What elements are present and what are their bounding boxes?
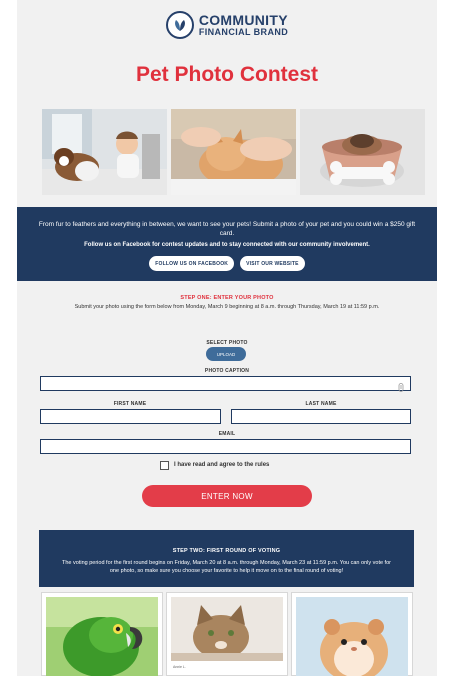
brand-name-line1: COMMUNITY <box>198 12 288 28</box>
entry-cards: Annie L. <box>41 592 413 676</box>
first-name-input[interactable] <box>40 409 221 424</box>
step-two-description: The voting period for the first round be… <box>62 560 391 574</box>
last-name-label: LAST NAME <box>305 401 337 407</box>
intro-text: From fur to feathers and everything in b… <box>38 221 416 237</box>
tabby-cat-photo <box>171 597 283 676</box>
dog-and-baby-photo <box>42 109 167 195</box>
first-name-label: FIRST NAME <box>113 401 147 407</box>
agree-rules-checkbox[interactable] <box>160 461 169 470</box>
step-two-banner: STEP TWO: FIRST ROUND OF VOTING The voti… <box>39 530 414 587</box>
step-two-title: STEP TWO: FIRST ROUND OF VOTING <box>172 548 281 554</box>
entry-caption: Annie L. <box>173 665 186 669</box>
intro-banner: From fur to feathers and everything in b… <box>17 207 437 281</box>
entry-card[interactable] <box>291 592 413 676</box>
contest-page: COMMUNITY FINANCIAL BRAND Pet Photo Cont… <box>17 0 437 676</box>
select-photo-label: SELECT PHOTO <box>206 340 248 346</box>
upload-button[interactable]: UPLOAD <box>206 347 246 361</box>
entry-card[interactable]: Annie L. <box>166 592 288 676</box>
leaf-logo-icon <box>165 11 194 39</box>
step-one-description: Submit your photo using the form below f… <box>74 304 380 310</box>
puppy-in-bowl-photo <box>300 109 425 195</box>
entry-card[interactable] <box>41 592 163 676</box>
paperclip-icon <box>398 379 404 397</box>
brand-logo[interactable]: COMMUNITY FINANCIAL BRAND <box>17 11 437 39</box>
email-input[interactable] <box>40 439 411 454</box>
cat-being-petted-photo <box>171 109 296 195</box>
hamster-photo <box>296 597 408 676</box>
follow-facebook-button[interactable]: FOLLOW US ON FACEBOOK <box>149 256 235 271</box>
social-buttons: FOLLOW US ON FACEBOOK VISIT OUR WEBSITE <box>17 256 437 271</box>
last-name-input[interactable] <box>231 409 411 424</box>
follow-text: Follow us on Facebook for contest update… <box>84 242 370 248</box>
step-one-title: STEP ONE: ENTER YOUR PHOTO <box>180 295 274 301</box>
parrot-photo <box>46 597 158 676</box>
brand-name-line2: FINANCIAL BRAND <box>198 27 289 37</box>
enter-now-button[interactable]: ENTER NOW <box>142 485 312 507</box>
photo-caption-input[interactable] <box>40 376 411 392</box>
email-label: EMAIL <box>218 431 236 437</box>
visit-website-button[interactable]: VISIT OUR WEBSITE <box>240 256 305 271</box>
photo-caption-label: PHOTO CAPTION <box>204 368 250 374</box>
agree-rules-label: I have read and agree to the rules <box>174 462 270 468</box>
hero-photo-row <box>42 109 425 195</box>
page-title: Pet Photo Contest <box>136 63 318 86</box>
